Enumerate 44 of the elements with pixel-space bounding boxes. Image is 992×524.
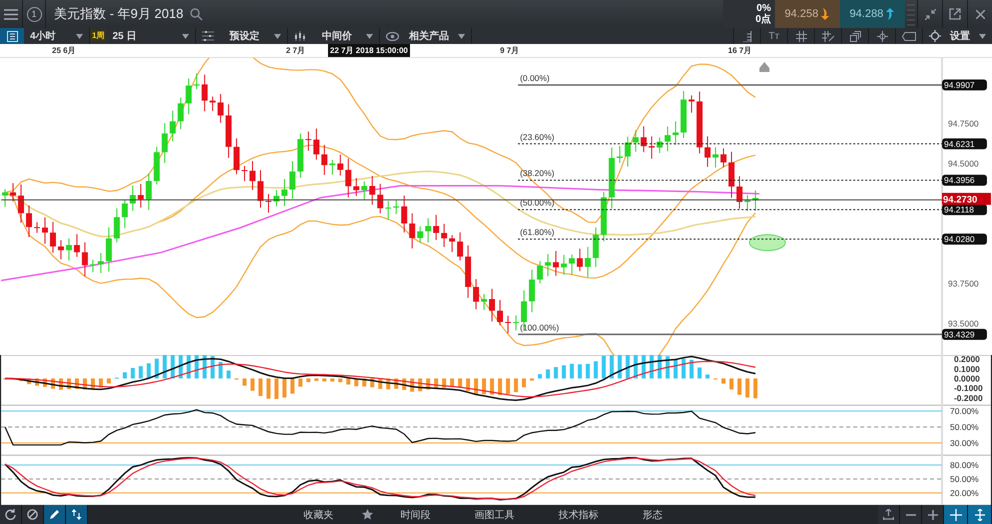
indicator-tick: 70.00% xyxy=(950,406,979,416)
change-points: 0点 xyxy=(755,14,771,25)
price-tag: 94.6231 xyxy=(942,138,987,150)
date-label: 2 7月 xyxy=(286,45,306,56)
indicator-tick: 80.00% xyxy=(950,460,979,470)
price-tag: 93.4329 xyxy=(942,328,987,340)
indicator-tick: 0.1000 xyxy=(954,364,980,374)
indicator-tick: 20.00% xyxy=(950,488,979,498)
price-tick: 93.5000 xyxy=(948,318,979,329)
count-badge: 1 xyxy=(26,6,42,22)
sell-button[interactable]: 94.258 xyxy=(775,0,840,28)
current-price-tag: 94.2730 xyxy=(942,192,991,206)
price-tick: 94.7500 xyxy=(948,118,979,128)
indicator-tick: 50.00% xyxy=(950,474,979,484)
indicator-tick: -0.1000 xyxy=(954,383,983,394)
indicator-tick: 0.2000 xyxy=(954,355,980,364)
date-label: 25 6月 xyxy=(52,45,76,56)
date-label: 9 7月 xyxy=(500,45,520,56)
price-tick: 93.7500 xyxy=(948,278,979,289)
price-tag: 94.2118 xyxy=(942,204,987,216)
fibonacci-level-label: (61.80%) xyxy=(520,227,554,238)
change-percent: 0% xyxy=(756,3,771,14)
bottom-tab[interactable]: 收藏夹 xyxy=(282,505,356,524)
fibonacci-level-label: (0.00%) xyxy=(520,72,550,83)
price-tag: 94.9907 xyxy=(942,79,987,90)
bottom-tab[interactable]: 时间段 xyxy=(378,505,452,524)
indicator-tick: 0.0000 xyxy=(954,374,980,384)
price-tag: 94.3956 xyxy=(942,174,987,186)
bottom-tab[interactable]: 画图工具 xyxy=(452,505,536,524)
crosshair-date-tag: 22 7月 2018 15:00:00 xyxy=(328,44,410,57)
indicator-tick: -0.2000 xyxy=(954,393,983,404)
fibonacci-level-label: (100.00%) xyxy=(520,322,560,332)
price-tick: 94.5000 xyxy=(948,158,979,168)
fibonacci-level-label: (23.60%) xyxy=(520,132,554,142)
indicator-tick: 50.00% xyxy=(950,422,979,432)
date-label: 16 7月 xyxy=(728,45,752,56)
fibonacci-level-label: (50.00%) xyxy=(520,198,554,208)
window-title: 美元指数 - 年9月 2018 xyxy=(54,5,184,23)
bottom-tab[interactable]: 技术指标 xyxy=(536,505,620,524)
bottom-tab[interactable]: 形态 xyxy=(620,505,684,524)
buy-button[interactable]: 94.288 xyxy=(840,0,905,28)
range-badge: 1周 xyxy=(90,30,106,42)
indicator-tick: 30.00% xyxy=(950,438,979,448)
price-tag: 94.0280 xyxy=(942,234,987,245)
